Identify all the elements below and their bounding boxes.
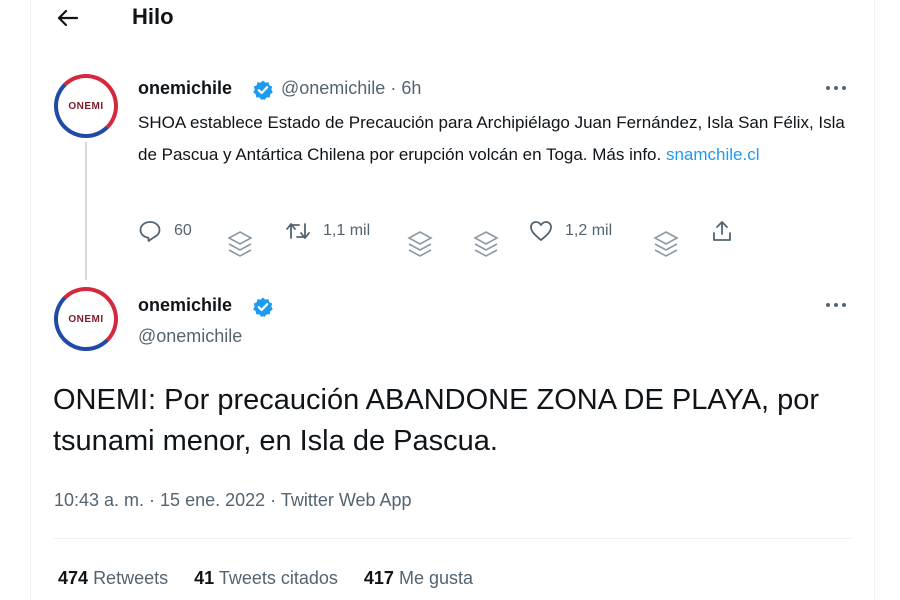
retweets-stat[interactable]: 474 Retweets	[58, 568, 168, 589]
focused-tweet-text: ONEMI: Por precaución ABANDONE ZONA DE P…	[53, 384, 820, 457]
retweet-button[interactable]: 1,1 mil	[285, 220, 370, 242]
arrow-left-icon	[57, 9, 79, 27]
author-handle[interactable]: @onemichile	[138, 326, 242, 347]
layers-icon	[407, 231, 433, 257]
reply-button[interactable]: 60	[138, 220, 192, 242]
stat-label: Retweets	[93, 568, 169, 588]
reply-icon	[139, 221, 161, 242]
author-name[interactable]: onemichile	[138, 78, 232, 99]
layers-icon	[227, 231, 253, 257]
stat-label: Me gusta	[398, 568, 473, 588]
divider	[53, 538, 853, 539]
layers-icon	[653, 231, 679, 257]
more-options-button[interactable]	[819, 295, 853, 315]
more-horizontal-icon	[826, 86, 846, 90]
author-name[interactable]: onemichile	[138, 295, 232, 316]
avatar[interactable]: ONEMI	[54, 287, 118, 351]
retweet-icon	[286, 223, 310, 239]
avatar[interactable]: ONEMI	[54, 74, 118, 138]
stat-label: Tweets citados	[218, 568, 338, 588]
engagement-stats: 474 Retweets 41 Tweets citados 417 Me gu…	[58, 568, 473, 589]
layers-icon	[473, 231, 499, 257]
page-title: Hilo	[132, 4, 174, 29]
quote-tweets-stat[interactable]: 41 Tweets citados	[194, 568, 338, 589]
thread-header: Hilo	[31, 0, 874, 40]
heart-icon	[530, 221, 552, 241]
like-count: 1,2 mil	[565, 222, 613, 239]
share-icon	[713, 221, 731, 241]
tweet-text: SHOA establece Estado de Precaución para…	[138, 107, 868, 171]
reply-count: 60	[174, 222, 192, 239]
retweet-count: 1,1 mil	[323, 222, 371, 239]
likes-stat[interactable]: 417 Me gusta	[364, 568, 473, 589]
stat-count: 417	[363, 568, 394, 588]
more-options-button[interactable]	[819, 78, 853, 98]
thread-panel: Hilo ONEMI onemichile @onemichile · 6h S…	[30, 0, 875, 600]
tweet-link[interactable]: snamchile.cl	[666, 145, 760, 164]
back-button[interactable]	[51, 2, 85, 34]
handle-and-time[interactable]: @onemichile · 6h	[281, 78, 421, 99]
like-button[interactable]: 1,2 mil	[529, 220, 612, 242]
share-button[interactable]	[711, 220, 733, 242]
more-horizontal-icon	[826, 303, 846, 307]
thread-connector-line	[85, 142, 87, 280]
tweet-metadata[interactable]: 10:43 a. m. · 15 ene. 2022 · Twitter Web…	[54, 490, 412, 511]
stat-count: 41	[194, 568, 215, 588]
stat-count: 474	[58, 568, 89, 588]
verified-badge-icon	[253, 297, 273, 317]
verified-badge-icon	[253, 80, 273, 100]
